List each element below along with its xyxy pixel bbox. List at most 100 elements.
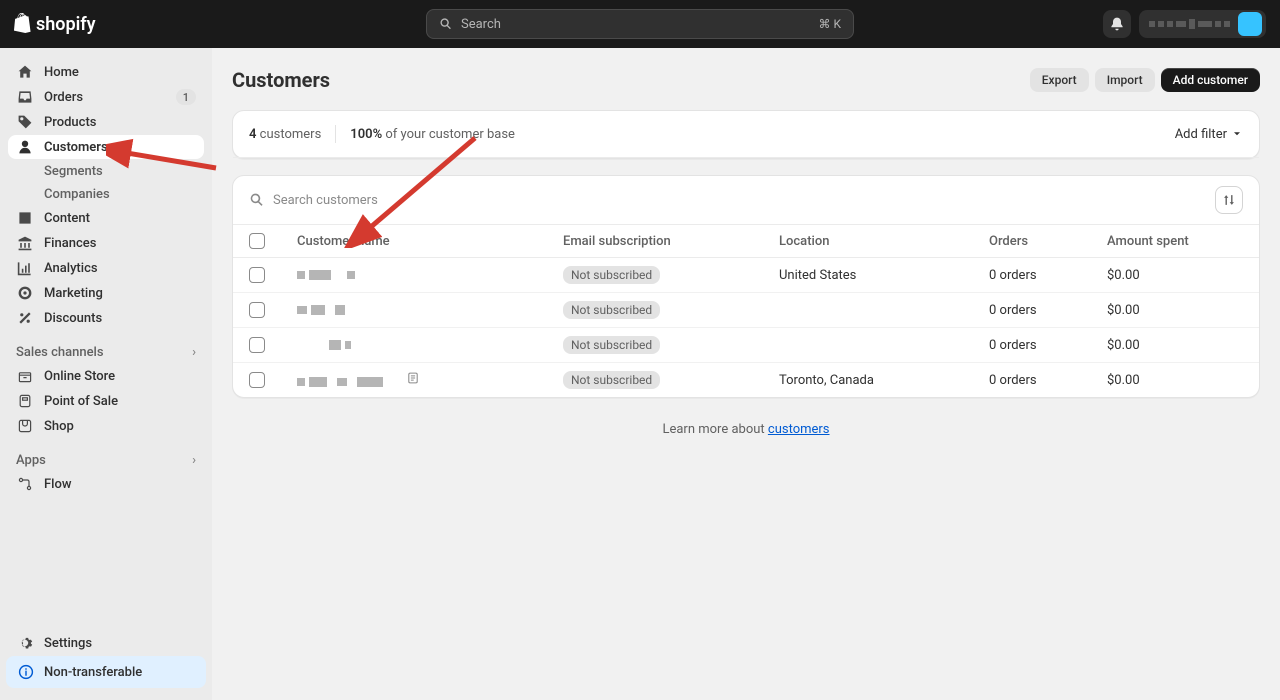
- customer-name-redacted: [329, 340, 351, 350]
- inbox-icon: [16, 89, 34, 105]
- sidebar: Home Orders 1 Products Customers Segment…: [0, 48, 212, 700]
- nav-companies[interactable]: Companies: [8, 183, 204, 206]
- nav-shop[interactable]: Shop: [8, 414, 204, 438]
- shopify-logo[interactable]: shopify: [14, 13, 96, 35]
- nav-flow-label: Flow: [44, 477, 72, 492]
- global-search[interactable]: Search ⌘ K: [426, 9, 854, 39]
- location-cell: United States: [763, 258, 973, 293]
- nav-segments[interactable]: Segments: [8, 160, 204, 183]
- subscription-badge: Not subscribed: [563, 301, 660, 319]
- subscription-badge: Not subscribed: [563, 336, 660, 354]
- stat-customer-count: 4 customers: [249, 127, 321, 142]
- topbar: shopify Search ⌘ K: [0, 0, 1280, 48]
- col-header-orders[interactable]: Orders: [973, 225, 1091, 258]
- bell-icon: [1109, 16, 1125, 32]
- flow-icon: [16, 476, 34, 492]
- amount-cell: $0.00: [1091, 293, 1259, 328]
- user-avatar: [1238, 12, 1262, 36]
- nav-settings-label: Settings: [44, 636, 92, 651]
- nav-flow[interactable]: Flow: [8, 472, 204, 496]
- add-filter-button[interactable]: Add filter: [1175, 127, 1243, 142]
- col-header-subscription[interactable]: Email subscription: [547, 225, 763, 258]
- col-header-location[interactable]: Location: [763, 225, 973, 258]
- customer-name-redacted: [297, 305, 345, 315]
- nav-point-of-sale[interactable]: Point of Sale: [8, 389, 204, 413]
- add-customer-button[interactable]: Add customer: [1161, 68, 1260, 92]
- store-icon: [16, 368, 34, 384]
- nav-apps-header[interactable]: Apps ›: [8, 449, 204, 472]
- row-checkbox[interactable]: [249, 267, 265, 283]
- percent-icon: [16, 310, 34, 326]
- nav-shop-label: Shop: [44, 419, 74, 434]
- amount-cell: $0.00: [1091, 328, 1259, 363]
- amount-cell: $0.00: [1091, 363, 1259, 398]
- person-icon: [16, 139, 34, 155]
- nav-home-label: Home: [44, 65, 79, 80]
- user-menu[interactable]: [1139, 10, 1266, 38]
- orders-cell: 0 orders: [973, 363, 1091, 398]
- table-row[interactable]: Not subscribed 0 orders $0.00: [233, 328, 1259, 363]
- pos-icon: [16, 393, 34, 409]
- select-all-checkbox[interactable]: [249, 233, 265, 249]
- location-cell: [763, 328, 973, 363]
- shop-icon: [16, 418, 34, 434]
- add-filter-label: Add filter: [1175, 127, 1227, 142]
- note-icon: [406, 374, 420, 389]
- table-row[interactable]: Not subscribed Toronto, Canada 0 orders …: [233, 363, 1259, 398]
- sort-button[interactable]: [1215, 186, 1243, 214]
- row-checkbox[interactable]: [249, 302, 265, 318]
- nav-marketing[interactable]: Marketing: [8, 281, 204, 305]
- col-header-amount[interactable]: Amount spent: [1091, 225, 1259, 258]
- target-icon: [16, 285, 34, 301]
- orders-cell: 0 orders: [973, 293, 1091, 328]
- nav-orders[interactable]: Orders 1: [8, 85, 204, 109]
- divider: [335, 125, 336, 143]
- nav-settings[interactable]: Settings: [8, 631, 204, 655]
- home-icon: [16, 64, 34, 80]
- non-transferable-banner[interactable]: Non-transferable: [6, 656, 206, 688]
- sort-icon: [1222, 193, 1236, 207]
- nav-analytics[interactable]: Analytics: [8, 256, 204, 280]
- nav-sales-channels-header[interactable]: Sales channels ›: [8, 341, 204, 364]
- nav-products[interactable]: Products: [8, 110, 204, 134]
- nav-customers[interactable]: Customers: [8, 135, 204, 159]
- table-row[interactable]: Not subscribed 0 orders $0.00: [233, 293, 1259, 328]
- nav-online-store[interactable]: Online Store: [8, 364, 204, 388]
- amount-cell: $0.00: [1091, 258, 1259, 293]
- nav-content[interactable]: Content: [8, 206, 204, 230]
- nav-discounts-label: Discounts: [44, 311, 102, 326]
- customers-table-card: Customer name Email subscription Locatio…: [232, 175, 1260, 398]
- col-header-name[interactable]: Customer name: [281, 225, 547, 258]
- nav-online-store-label: Online Store: [44, 369, 115, 384]
- nav-marketing-label: Marketing: [44, 286, 103, 301]
- row-checkbox[interactable]: [249, 337, 265, 353]
- orders-cell: 0 orders: [973, 258, 1091, 293]
- nav-finances[interactable]: Finances: [8, 231, 204, 255]
- search-icon: [439, 17, 453, 31]
- chart-icon: [16, 260, 34, 276]
- row-checkbox[interactable]: [249, 372, 265, 388]
- import-button[interactable]: Import: [1095, 68, 1155, 92]
- info-icon: [18, 664, 34, 680]
- notifications-button[interactable]: [1103, 10, 1131, 38]
- tag-icon: [16, 114, 34, 130]
- subscription-badge: Not subscribed: [563, 266, 660, 284]
- nav-home[interactable]: Home: [8, 60, 204, 84]
- nav-pos-label: Point of Sale: [44, 394, 118, 409]
- image-icon: [16, 210, 34, 226]
- customer-name-redacted: [297, 377, 383, 387]
- customers-search-input[interactable]: [273, 193, 1215, 208]
- table-row[interactable]: Not subscribed United States 0 orders $0…: [233, 258, 1259, 293]
- customers-table: Customer name Email subscription Locatio…: [233, 224, 1259, 397]
- stats-card: 4 customers 100% of your customer base A…: [232, 110, 1260, 159]
- search-placeholder: Search: [461, 17, 818, 32]
- subscription-badge: Not subscribed: [563, 371, 660, 389]
- chevron-down-icon: [1231, 128, 1243, 140]
- stat-customer-base: 100% of your customer base: [350, 127, 515, 142]
- location-cell: [763, 293, 973, 328]
- nav-discounts[interactable]: Discounts: [8, 306, 204, 330]
- export-button[interactable]: Export: [1030, 68, 1089, 92]
- learn-more-link[interactable]: customers: [768, 422, 830, 437]
- search-icon: [249, 192, 265, 208]
- nav-apps-label: Apps: [16, 453, 46, 468]
